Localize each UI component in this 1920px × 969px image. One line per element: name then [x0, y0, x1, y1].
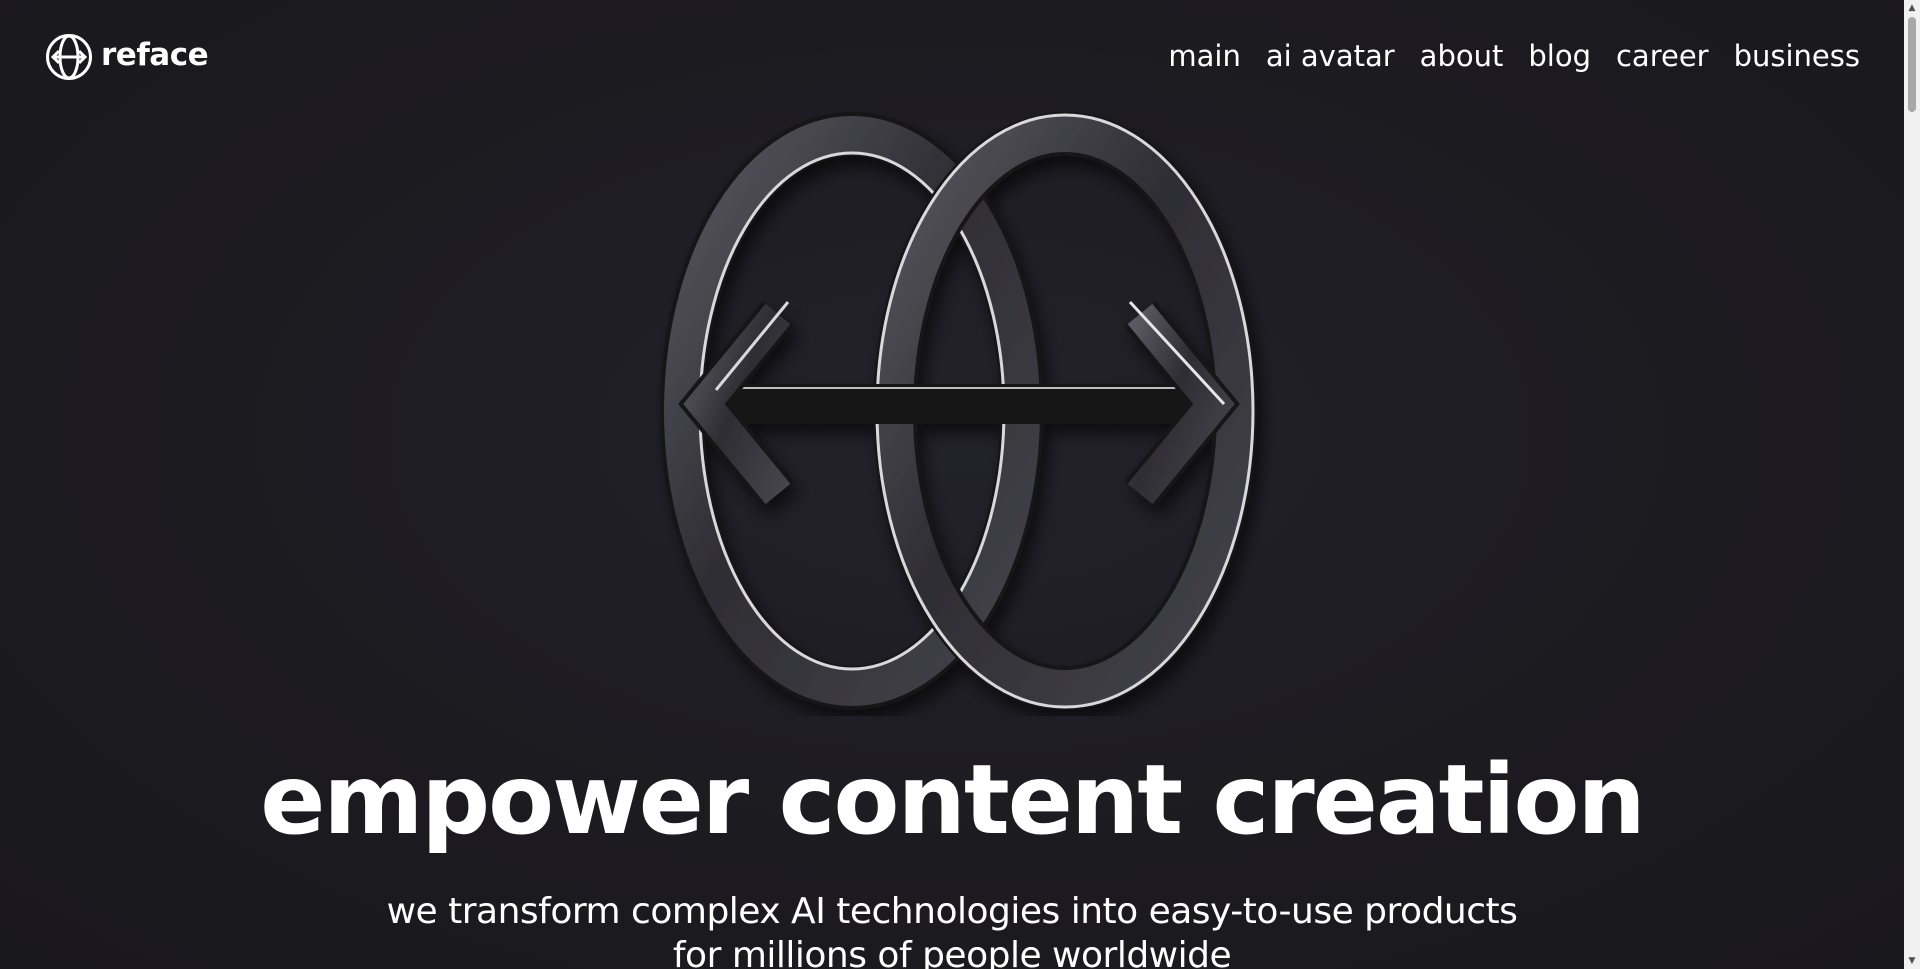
logo-link[interactable]: reface	[45, 33, 209, 81]
nav-item-business[interactable]: business	[1734, 36, 1860, 76]
nav-item-career[interactable]: career	[1616, 36, 1709, 76]
hero-subline-line-2: for millions of people worldwide	[672, 935, 1232, 969]
nav-item-about[interactable]: about	[1420, 36, 1504, 76]
reface-logo-icon	[46, 34, 92, 80]
scrollbar-thumb[interactable]	[1908, 17, 1916, 112]
scroll-down-arrow-icon[interactable]: ▼	[1904, 953, 1920, 969]
hero-headline: empower content creation	[260, 744, 1645, 856]
hero-subline-line-1: we transform complex AI technologies int…	[386, 891, 1518, 932]
hero-subline: we transform complex AI technologies int…	[0, 890, 1904, 969]
page: reface main ai avatar about blog career …	[0, 0, 1920, 969]
scroll-up-arrow-icon[interactable]: ▲	[1904, 0, 1920, 16]
nav-item-ai-avatar[interactable]: ai avatar	[1266, 36, 1395, 76]
main-nav: main ai avatar about blog career busines…	[1168, 36, 1860, 76]
page-scrollbar[interactable]: ▲ ▼	[1904, 0, 1920, 969]
reface-3d-emblem-icon	[660, 112, 1257, 710]
logo-wordmark: reface	[101, 36, 209, 73]
nav-item-blog[interactable]: blog	[1528, 36, 1591, 76]
nav-item-main[interactable]: main	[1168, 36, 1240, 76]
